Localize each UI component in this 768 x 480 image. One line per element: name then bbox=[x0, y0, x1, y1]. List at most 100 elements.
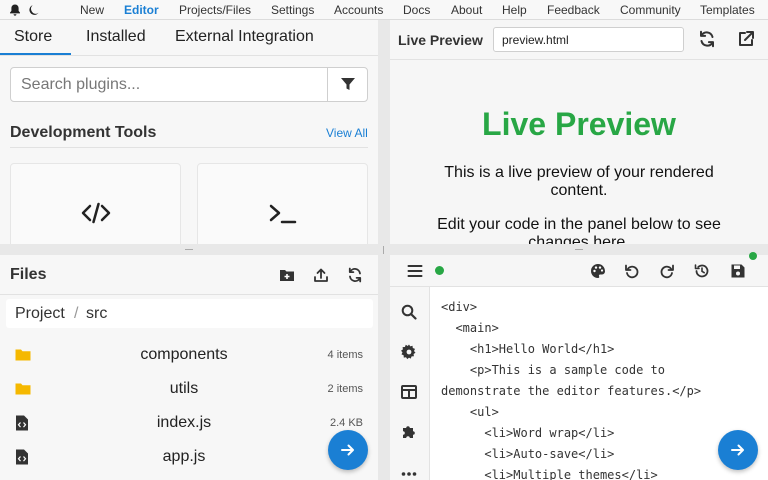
editor-toolbar bbox=[390, 255, 768, 287]
breadcrumb: Project / src bbox=[6, 299, 373, 328]
file-row[interactable]: components 4 items bbox=[0, 338, 378, 372]
preview-paragraph: This is a live preview of your rendered … bbox=[444, 164, 714, 199]
code-line: <p>This is a sample code to bbox=[441, 363, 665, 377]
plugins-panel: Store Installed External Integration Dev… bbox=[0, 20, 378, 244]
activity-bar bbox=[390, 287, 430, 480]
folder-icon bbox=[15, 383, 31, 395]
connection-indicator bbox=[749, 252, 757, 260]
code-line: <ul> bbox=[441, 405, 499, 419]
section-title: Development Tools bbox=[10, 124, 157, 141]
nav-templates[interactable]: Templates bbox=[700, 3, 755, 17]
tab-store[interactable]: Store bbox=[14, 28, 52, 46]
search-input[interactable] bbox=[11, 68, 327, 101]
nav-editor[interactable]: Editor bbox=[124, 3, 159, 17]
live-preview-panel: Live Preview Live Preview This is a live… bbox=[390, 20, 768, 244]
plugin-card[interactable] bbox=[197, 163, 368, 244]
code-line: <li>Word wrap</li> bbox=[441, 426, 615, 440]
gear-icon[interactable] bbox=[401, 344, 417, 360]
section-divider bbox=[10, 147, 368, 148]
preview-heading: Live Preview bbox=[482, 106, 676, 142]
nav-docs[interactable]: Docs bbox=[403, 3, 430, 17]
search-icon[interactable] bbox=[401, 304, 417, 320]
refresh-icon[interactable] bbox=[698, 30, 716, 48]
nav-community[interactable]: Community bbox=[620, 3, 681, 17]
arrow-right-icon bbox=[341, 444, 354, 456]
code-line: <li>Auto-save</li> bbox=[441, 447, 615, 461]
vertical-splitter-handle[interactable] bbox=[383, 246, 384, 254]
nav-about[interactable]: About bbox=[451, 3, 482, 17]
more-icon[interactable] bbox=[401, 471, 417, 477]
tabs-divider bbox=[0, 55, 378, 56]
filter-button[interactable] bbox=[327, 68, 368, 101]
history-icon[interactable] bbox=[694, 263, 710, 279]
right-horizontal-splitter[interactable] bbox=[390, 244, 768, 255]
sync-icon[interactable] bbox=[347, 267, 363, 283]
preview-file-field[interactable] bbox=[493, 27, 684, 52]
code-line: <h1>Hello World</h1> bbox=[441, 342, 615, 356]
arrow-right-icon bbox=[731, 444, 744, 456]
file-name: app.js bbox=[162, 448, 206, 465]
code-line: <div> bbox=[441, 300, 478, 314]
nav-new[interactable]: New bbox=[80, 3, 104, 17]
new-folder-icon[interactable] bbox=[279, 267, 295, 283]
left-horizontal-splitter[interactable] bbox=[0, 244, 378, 255]
bell-icon[interactable] bbox=[8, 3, 22, 17]
code-icon bbox=[81, 202, 111, 224]
code-file-icon bbox=[16, 415, 28, 431]
file-meta: 2 items bbox=[327, 383, 363, 395]
file-row[interactable]: utils 2 items bbox=[0, 372, 378, 406]
splitter-handle[interactable] bbox=[185, 249, 193, 250]
file-name: utils bbox=[169, 380, 199, 397]
code-editor-panel: <div> <main> <h1>Hello World</h1> <p>Thi… bbox=[390, 255, 768, 480]
code-file-icon bbox=[16, 449, 28, 465]
code-line: demonstrate the editor features.</p> bbox=[441, 384, 702, 398]
file-meta: 4 items bbox=[327, 349, 363, 361]
files-title: Files bbox=[10, 266, 47, 283]
editor-action-button[interactable] bbox=[718, 430, 758, 470]
code-line: <main> bbox=[441, 321, 499, 335]
plugin-search-box bbox=[10, 67, 368, 102]
preview-paragraph: Edit your code in the panel below to see… bbox=[437, 216, 721, 244]
nav-accounts[interactable]: Accounts bbox=[334, 3, 383, 17]
preview-title: Live Preview bbox=[398, 32, 483, 48]
status-indicator bbox=[435, 266, 444, 275]
files-panel: Files Project / src components 4 items u… bbox=[0, 255, 378, 480]
vertical-splitter[interactable] bbox=[378, 20, 390, 480]
file-name: index.js bbox=[156, 414, 212, 431]
menu-icon[interactable] bbox=[407, 263, 423, 279]
code-line: <li>Multiple themes</li> bbox=[441, 468, 658, 480]
nav-projects-files[interactable]: Projects/Files bbox=[179, 3, 251, 17]
file-row[interactable]: index.js 2.4 KB bbox=[0, 406, 378, 440]
palette-icon[interactable] bbox=[590, 263, 606, 279]
breadcrumb-item[interactable]: src bbox=[86, 305, 107, 323]
preview-header-divider bbox=[390, 59, 768, 60]
puzzle-icon[interactable] bbox=[401, 424, 417, 440]
nav-settings[interactable]: Settings bbox=[271, 3, 314, 17]
file-row[interactable]: app.js bbox=[0, 440, 378, 474]
folder-icon bbox=[15, 349, 31, 361]
files-header-divider bbox=[0, 294, 378, 295]
code-area[interactable]: <div> <main> <h1>Hello World</h1> <p>Thi… bbox=[441, 297, 701, 480]
view-all-link[interactable]: View All bbox=[326, 126, 368, 140]
splitter-handle[interactable] bbox=[575, 249, 583, 250]
tab-external-integration[interactable]: External Integration bbox=[175, 28, 314, 46]
upload-icon[interactable] bbox=[313, 267, 329, 283]
undo-icon[interactable] bbox=[624, 263, 640, 279]
breadcrumb-item[interactable]: Project bbox=[15, 305, 65, 323]
file-name: components bbox=[140, 346, 228, 363]
layout-icon[interactable] bbox=[401, 384, 417, 400]
open-external-icon[interactable] bbox=[737, 30, 755, 48]
nav-help[interactable]: Help bbox=[502, 3, 527, 17]
files-action-button[interactable] bbox=[328, 430, 368, 470]
tab-installed[interactable]: Installed bbox=[86, 28, 146, 46]
moon-icon[interactable] bbox=[27, 3, 41, 17]
breadcrumb-separator: / bbox=[74, 305, 79, 322]
nav-feedback[interactable]: Feedback bbox=[547, 3, 600, 17]
terminal-icon bbox=[269, 204, 297, 224]
save-icon[interactable] bbox=[730, 263, 746, 279]
plugin-card[interactable] bbox=[10, 163, 181, 244]
filter-icon bbox=[341, 78, 355, 90]
file-meta: 2.4 KB bbox=[329, 417, 363, 429]
redo-icon[interactable] bbox=[659, 263, 675, 279]
top-nav: New Editor Projects/Files Settings Accou… bbox=[0, 0, 768, 20]
